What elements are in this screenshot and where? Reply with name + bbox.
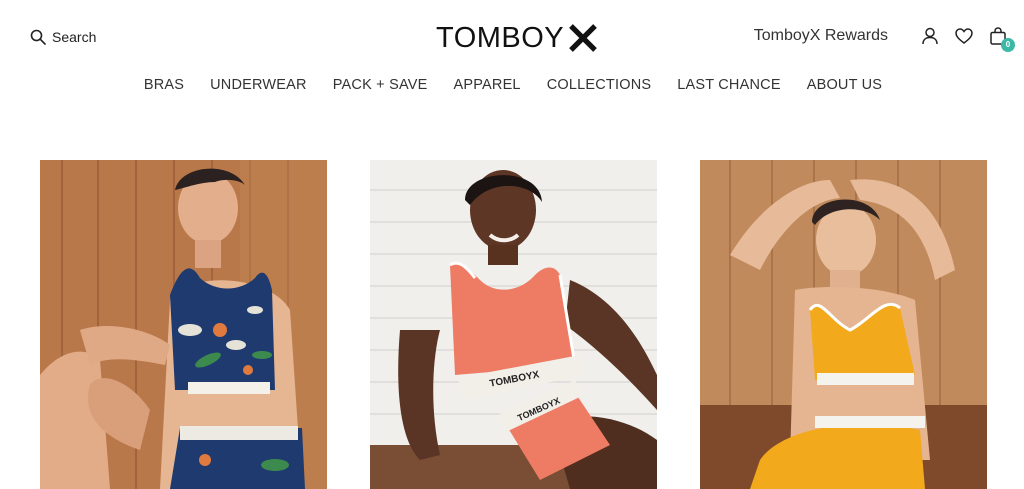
search-button[interactable]: Search (30, 29, 96, 45)
cart-count-badge: 0 (1001, 38, 1015, 52)
account-button[interactable] (920, 26, 940, 46)
header-tools: TomboyX Rewards 0 (754, 26, 1015, 52)
nav-item-pack-save[interactable]: PACK + SAVE (333, 76, 428, 94)
logo-text: TOMBOY (436, 22, 565, 54)
nav-item-last-chance[interactable]: LAST CHANCE (677, 76, 780, 94)
nav-item-about-us[interactable]: ABOUT US (807, 76, 882, 94)
nav-item-bras[interactable]: BRAS (144, 76, 184, 94)
product-image-coral-bra[interactable]: TOMBOYX TOMBOYX (370, 160, 657, 489)
search-label: Search (52, 29, 97, 45)
nav-item-apparel[interactable]: APPAREL (453, 76, 520, 94)
rewards-link[interactable]: TomboyX Rewards (754, 27, 888, 45)
logo-x-mark (569, 24, 597, 52)
site-header: Search TOMBOY TomboyX Rewards 0 (0, 0, 1024, 70)
model-photo-1 (40, 160, 327, 489)
user-icon (922, 27, 938, 45)
heart-icon (955, 28, 973, 44)
search-icon (30, 29, 46, 45)
cart-button[interactable]: 0 (988, 26, 1015, 52)
wishlist-button[interactable] (954, 26, 974, 46)
product-image-yellow-bra[interactable] (700, 160, 987, 489)
nav-item-underwear[interactable]: UNDERWEAR (210, 76, 307, 94)
model-photo-3 (700, 160, 987, 489)
main-navigation: BRAS UNDERWEAR PACK + SAVE APPAREL COLLE… (0, 76, 1024, 94)
model-photo-2: TOMBOYX TOMBOYX (370, 160, 657, 489)
nav-item-collections[interactable]: COLLECTIONS (547, 76, 652, 94)
product-image-floral-bra[interactable] (40, 160, 327, 489)
site-logo[interactable]: TOMBOY (436, 22, 598, 54)
